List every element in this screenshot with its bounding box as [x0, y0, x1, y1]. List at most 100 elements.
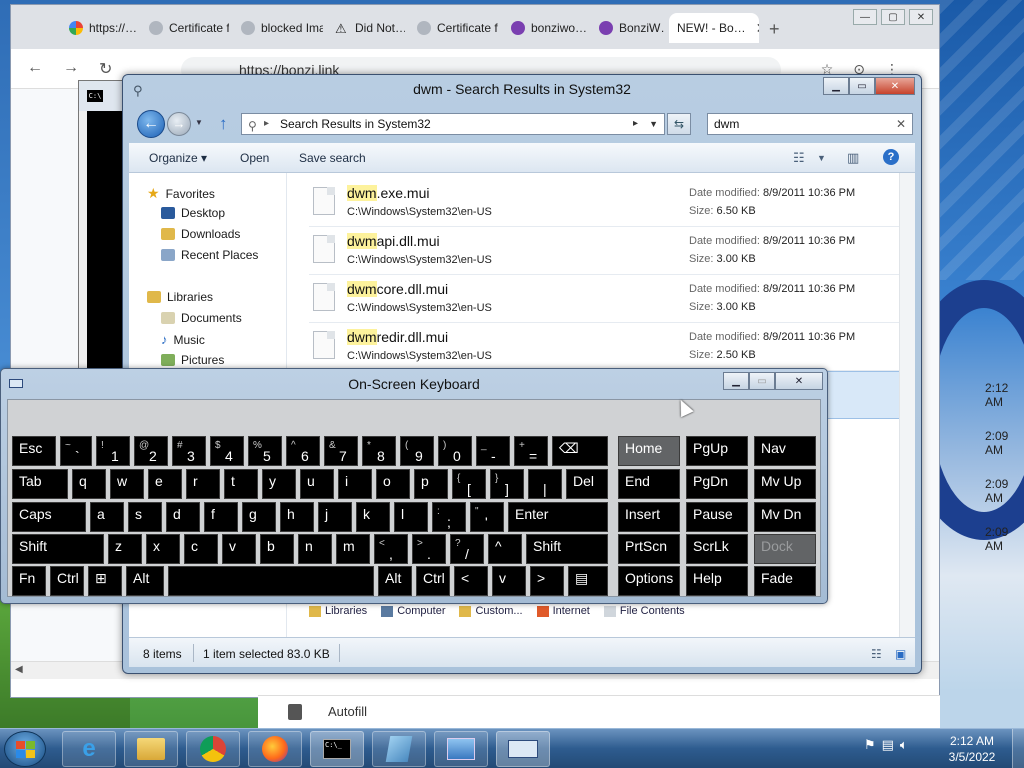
osk-key-space[interactable] — [168, 566, 374, 596]
nav-documents[interactable]: Documents — [161, 311, 242, 325]
search-result-row[interactable]: dwmredir.dll.mui C:\Windows\System32\en-U… — [309, 323, 903, 371]
osk-key-s[interactable]: s — [128, 502, 162, 532]
osk-key-home[interactable]: Home — [618, 436, 680, 466]
explorer-maximize-button[interactable]: ▭ — [849, 77, 875, 95]
open-button[interactable]: Open — [240, 151, 269, 165]
explorer-close-button[interactable]: ✕ — [875, 77, 915, 95]
recent-pages-dropdown[interactable]: ▼ — [195, 118, 203, 127]
browser-tab[interactable]: BonziW… — [591, 13, 665, 43]
nav-recent-places[interactable]: Recent Places — [161, 248, 258, 262]
osk-key-w[interactable]: w — [110, 469, 144, 499]
taskbar-firefox[interactable] — [248, 731, 302, 767]
osk-key-mvup[interactable]: Mv Up — [754, 469, 816, 499]
search-again-custom-folder[interactable]: Custom... — [459, 605, 523, 617]
osk-key-9[interactable]: (9 — [400, 436, 434, 466]
osk-key-pgup[interactable]: PgUp — [686, 436, 748, 466]
help-icon[interactable]: ? — [883, 149, 899, 165]
osk-close-button[interactable]: ✕ — [775, 372, 823, 390]
osk-key-symbol[interactable]: }] — [490, 469, 524, 499]
details-view-icon[interactable]: ☷ — [871, 647, 882, 661]
scroll-left-icon[interactable]: ◀ — [15, 664, 23, 675]
osk-key-c[interactable]: c — [184, 534, 218, 564]
osk-key-nav[interactable]: Nav — [754, 436, 816, 466]
osk-key-d[interactable]: d — [166, 502, 200, 532]
osk-key-alt[interactable]: Alt — [126, 566, 164, 596]
browser-tab[interactable]: Certificate f… — [141, 13, 229, 43]
nav-libraries[interactable]: Libraries — [147, 290, 213, 304]
browser-tab[interactable]: blocked Ima… — [233, 13, 323, 43]
osk-key-symbol[interactable]: ? / — [450, 534, 484, 564]
osk-key-l[interactable]: l — [394, 502, 428, 532]
osk-key-o[interactable]: o — [376, 469, 410, 499]
osk-key-shift[interactable]: Shift — [12, 534, 104, 564]
osk-key-mvdn[interactable]: Mv Dn — [754, 502, 816, 532]
address-bar[interactable]: ⚲ ▸ Search Results in System32 ▸ ▼ — [241, 113, 665, 135]
osk-key-7[interactable]: & 7 — [324, 436, 358, 466]
osk-key-ctrl[interactable]: Ctrl — [50, 566, 84, 596]
browser-maximize-button[interactable]: ▢ — [881, 9, 905, 25]
osk-key-5[interactable]: % 5 — [248, 436, 282, 466]
refresh-button[interactable]: ⇆ — [667, 113, 691, 135]
osk-key-h[interactable]: h — [280, 502, 314, 532]
up-button[interactable]: ↑ — [219, 114, 228, 134]
osk-key-p[interactable]: p — [414, 469, 448, 499]
osk-key-symbol[interactable]: <, — [374, 534, 408, 564]
osk-key-symbol[interactable]: _ - — [476, 436, 510, 466]
osk-key-1[interactable]: ! 1 — [96, 436, 130, 466]
osk-key-help[interactable]: Help — [686, 566, 748, 596]
osk-key-4[interactable]: $4 — [210, 436, 244, 466]
osk-key-t[interactable]: t — [224, 469, 258, 499]
autofill-row[interactable]: Autofill — [258, 695, 940, 729]
search-result-row[interactable]: dwmapi.dll.mui C:\Windows\System32\en-US D… — [309, 227, 903, 275]
osk-key-pgdn[interactable]: PgDn — [686, 469, 748, 499]
nav-downloads[interactable]: Downloads — [161, 227, 240, 241]
osk-key-tab[interactable]: Tab — [12, 469, 68, 499]
search-result-row[interactable]: dwmcore.dll.mui C:\Windows\System32\en-US… — [309, 275, 903, 323]
osk-key-k[interactable]: k — [356, 502, 390, 532]
osk-key-ctrl[interactable]: Ctrl — [416, 566, 450, 596]
osk-key-3[interactable]: #3 — [172, 436, 206, 466]
osk-key-r[interactable]: r — [186, 469, 220, 499]
osk-key-symbol[interactable]: :; — [432, 502, 466, 532]
osk-key-y[interactable]: y — [262, 469, 296, 499]
osk-key-symbol[interactable]: >. — [412, 534, 446, 564]
osk-key-symbol[interactable]: + = — [514, 436, 548, 466]
osk-key-8[interactable]: * 8 — [362, 436, 396, 466]
osk-key-scrlk[interactable]: ScrLk — [686, 534, 748, 564]
osk-key-del[interactable]: Del — [566, 469, 608, 499]
osk-key-j[interactable]: j — [318, 502, 352, 532]
osk-key-6[interactable]: ^ 6 — [286, 436, 320, 466]
taskbar-internet-explorer[interactable]: e — [62, 731, 116, 767]
osk-key-0[interactable]: ) 0 — [438, 436, 472, 466]
osk-key-shift[interactable]: Shift — [526, 534, 608, 564]
clear-search-icon[interactable]: ✕ — [896, 114, 906, 134]
browser-minimize-button[interactable]: — — [853, 9, 877, 25]
browser-tab[interactable]: bonziwo… — [503, 13, 587, 43]
system-tray-icons[interactable]: ⚑▤🔈︎ — [864, 737, 914, 753]
address-dropdown-icon[interactable]: ▼ — [649, 114, 658, 134]
osk-key-v[interactable]: v — [222, 534, 256, 564]
taskbar-control-panel[interactable] — [434, 731, 488, 767]
browser-reload-icon[interactable]: ↻ — [99, 59, 112, 79]
search-input[interactable]: dwm ✕ — [707, 113, 913, 135]
osk-key-e[interactable]: e — [148, 469, 182, 499]
osk-key-symbol[interactable]: ^ — [488, 534, 522, 564]
osk-key-symbol[interactable]: " ' — [470, 502, 504, 532]
search-again-libraries[interactable]: Libraries — [309, 605, 367, 617]
osk-key-esc[interactable]: Esc — [12, 436, 56, 466]
osk-key-q[interactable]: q — [72, 469, 106, 499]
back-button[interactable]: ← — [137, 110, 165, 138]
osk-key-symbol[interactable]: ⊞ — [88, 566, 122, 596]
osk-key-insert[interactable]: Insert — [618, 502, 680, 532]
search-again-internet[interactable]: Internet — [536, 605, 590, 617]
tab-close-icon[interactable]: ✕ — [756, 20, 759, 37]
osk-key-a[interactable]: a — [90, 502, 124, 532]
osk-key-dock[interactable]: Dock — [754, 534, 816, 564]
taskbar-file-explorer[interactable] — [124, 731, 178, 767]
browser-tab[interactable]: Certificate f… — [409, 13, 499, 43]
explorer-minimize-button[interactable]: ▁ — [823, 77, 849, 95]
osk-key-fn[interactable]: Fn — [12, 566, 46, 596]
osk-maximize-button[interactable]: ▭ — [749, 372, 775, 390]
start-button[interactable] — [4, 731, 46, 767]
browser-back-icon[interactable]: ← — [27, 59, 43, 77]
